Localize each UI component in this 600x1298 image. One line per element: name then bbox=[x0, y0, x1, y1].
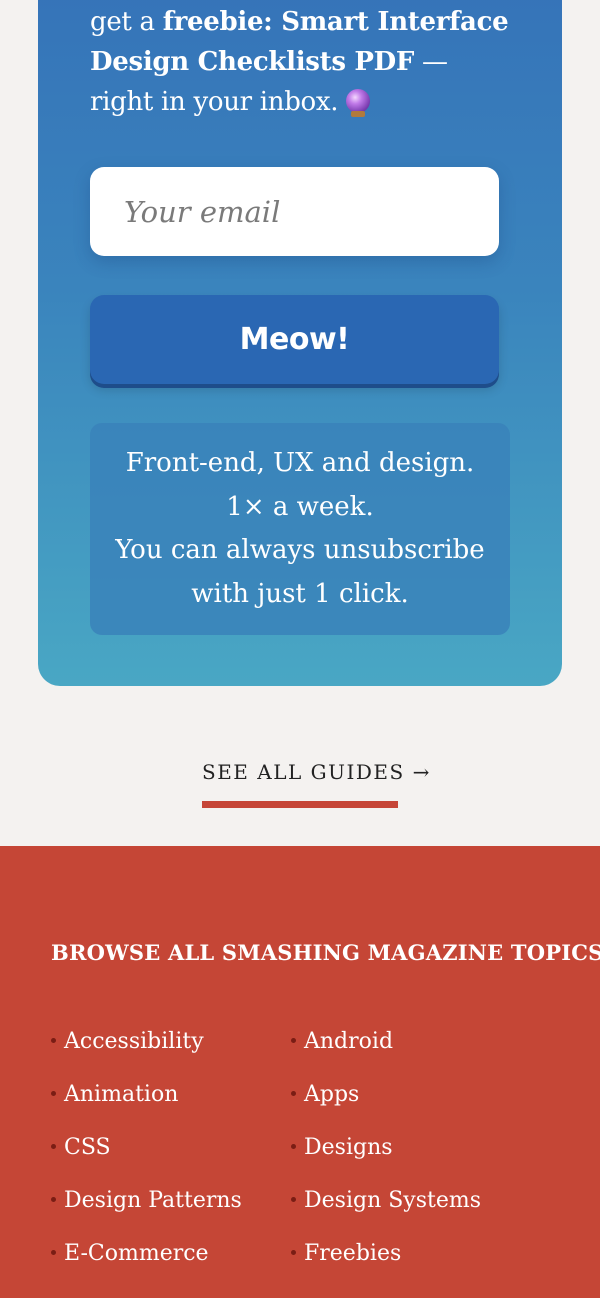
list-item: Android bbox=[291, 1026, 481, 1079]
topic-link-designs[interactable]: Designs bbox=[304, 1135, 393, 1160]
bullet-icon bbox=[51, 1196, 56, 1202]
list-item: Accessibility bbox=[51, 1026, 242, 1079]
list-item: Freebies bbox=[291, 1238, 481, 1291]
topics-list-right: Android Apps Designs Design Systems Free… bbox=[291, 1026, 481, 1291]
bullet-icon bbox=[51, 1090, 56, 1096]
see-all-guides-label: SEE ALL GUIDES bbox=[202, 760, 405, 784]
topics-list-left: Accessibility Animation CSS Design Patte… bbox=[51, 1026, 242, 1291]
info-line: 1× a week. bbox=[226, 491, 374, 522]
topic-link-e-commerce[interactable]: E-Commerce bbox=[64, 1241, 209, 1266]
list-item: Animation bbox=[51, 1079, 242, 1132]
bullet-icon bbox=[51, 1037, 56, 1043]
info-line: Front-end, UX and design. bbox=[125, 448, 475, 478]
bullet-icon bbox=[51, 1249, 56, 1255]
list-item: Designs bbox=[291, 1132, 481, 1185]
subscribe-button[interactable]: Meow! bbox=[90, 295, 499, 384]
bullet-icon bbox=[291, 1090, 296, 1096]
topic-link-design-systems[interactable]: Design Systems bbox=[304, 1188, 481, 1213]
topic-link-android[interactable]: Android bbox=[304, 1029, 393, 1054]
page: get a freebie: Smart Interface Design Ch… bbox=[0, 0, 600, 1298]
newsletter-info-box: Front-end, UX and design. 1× a week. You… bbox=[90, 423, 510, 635]
list-item: Apps bbox=[291, 1079, 481, 1132]
bullet-icon bbox=[51, 1143, 56, 1149]
newsletter-intro: get a freebie: Smart Interface Design Ch… bbox=[90, 2, 510, 122]
topic-link-css[interactable]: CSS bbox=[64, 1135, 111, 1160]
list-item: Design Patterns bbox=[51, 1185, 242, 1238]
email-input[interactable] bbox=[90, 167, 499, 256]
topic-link-accessibility[interactable]: Accessibility bbox=[64, 1029, 204, 1054]
bullet-icon bbox=[291, 1143, 296, 1149]
crystal-ball-icon bbox=[346, 89, 371, 117]
list-item: E-Commerce bbox=[51, 1238, 242, 1291]
intro-prefix: get a bbox=[90, 7, 163, 37]
info-line: with just 1 click. bbox=[191, 578, 409, 609]
topics-section: BROWSE ALL SMASHING MAGAZINE TOPICS Acce… bbox=[0, 846, 600, 1298]
see-all-underline bbox=[202, 801, 398, 808]
arrow-right-icon: → bbox=[412, 760, 431, 784]
topic-link-design-patterns[interactable]: Design Patterns bbox=[64, 1188, 242, 1213]
topic-link-animation[interactable]: Animation bbox=[64, 1082, 178, 1107]
info-line: You can always unsubscribe bbox=[115, 535, 485, 565]
bullet-icon bbox=[291, 1249, 296, 1255]
bullet-icon bbox=[291, 1196, 296, 1202]
topic-link-freebies[interactable]: Freebies bbox=[304, 1241, 401, 1266]
see-all-guides-link[interactable]: SEE ALL GUIDES → bbox=[202, 760, 429, 808]
topic-link-apps[interactable]: Apps bbox=[304, 1082, 359, 1107]
bullet-icon bbox=[291, 1037, 296, 1043]
list-item: Design Systems bbox=[291, 1185, 481, 1238]
list-item: CSS bbox=[51, 1132, 242, 1185]
topics-heading: BROWSE ALL SMASHING MAGAZINE TOPICS bbox=[51, 940, 600, 965]
